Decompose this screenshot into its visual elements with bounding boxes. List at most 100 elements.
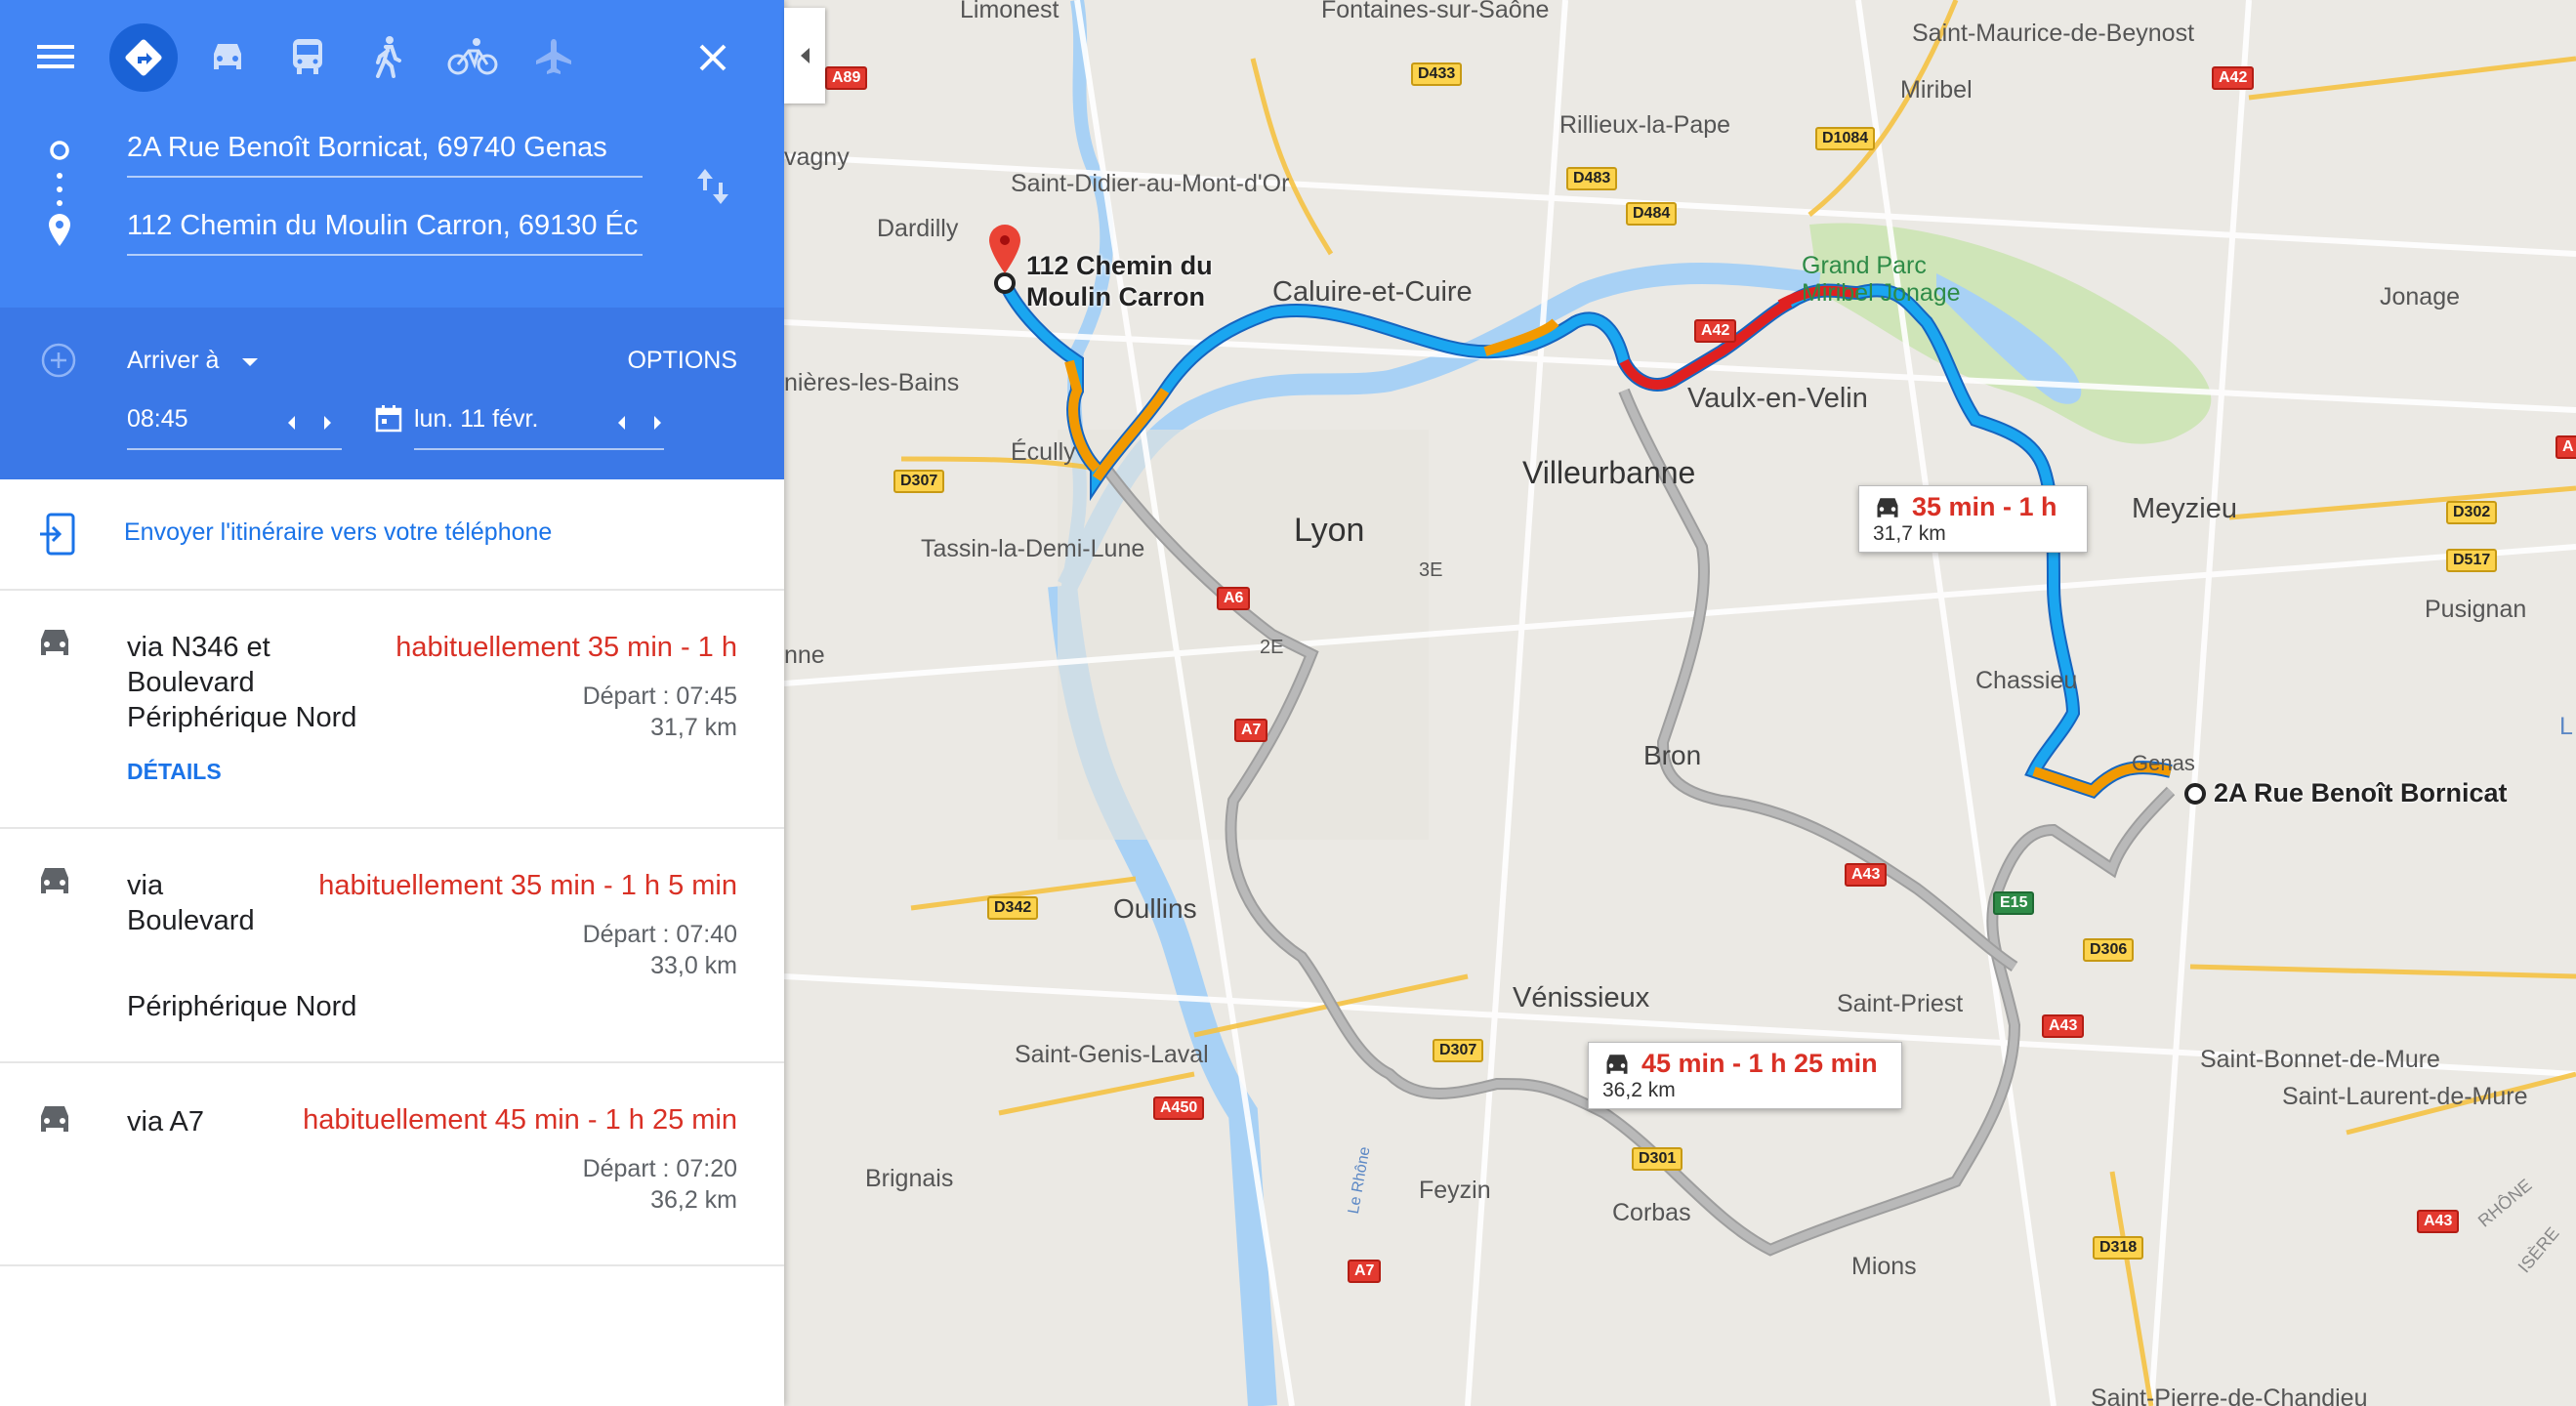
options-button[interactable]: OPTIONS [627,347,737,375]
road-shield: A42 [1694,319,1737,343]
route-option-2[interactable]: via Boulevard Périphérique Nord habituel… [0,827,784,1063]
time-options-bar: Arriver à OPTIONS 08:45 lun. 11 févr. [0,308,784,479]
place-label: Saint-Genis-Laval [1015,1041,1209,1068]
route-departure: Départ : 07:45 [582,682,737,710]
destination-pin-label: 112 Chemin du Moulin Carron [1026,250,1213,312]
road-shield: D342 [987,896,1039,920]
place-label: Lyon [1294,512,1365,549]
close-icon[interactable] [688,35,737,80]
route-distance: 36,2 km [650,1186,737,1214]
road-shield: A7 [1234,719,1268,742]
destination-pin-line: 112 Chemin du [1026,251,1213,280]
route-via: via N346 et Boulevard Périphérique Nord [127,630,356,735]
time-prev-icon[interactable] [281,411,301,434]
road-shield: A7 [1348,1260,1382,1283]
destination-input[interactable]: 112 Chemin du Moulin Carron, 69130 Éc [127,201,643,256]
place-label: Saint-Didier-au-Mont-d'Or [1011,170,1290,197]
road-shield: A43 [2042,1014,2085,1038]
road-shield: D433 [1411,62,1463,86]
route-option-1[interactable]: via N346 et Boulevard Périphérique Nord … [0,589,784,829]
route-callout-1[interactable]: 35 min - 1 h 31,7 km [1858,485,2088,553]
car-icon [35,626,74,664]
place-label: Caluire-et-Cuire [1272,276,1473,308]
flight-icon[interactable] [529,35,578,78]
road-shield: D301 [1632,1147,1683,1171]
callout-time: 35 min - 1 h [1912,492,2057,521]
send-to-phone-icon [35,513,78,556]
road-shield: D307 [1433,1039,1484,1062]
collapse-panel-button[interactable] [784,8,825,103]
place-label: Vénissieux [1513,982,1650,1013]
date-prev-icon[interactable] [611,411,631,434]
place-label: Vaulx-en-Velin [1687,383,1868,414]
details-button[interactable]: DÉTAILS [127,759,222,785]
destination-pin-icon [989,225,1020,273]
origin-marker [2184,783,2206,805]
road-shield: A450 [1153,1096,1205,1120]
place-label: Grand Parc Miribel Jonage [1802,252,1961,307]
place-label: 2E [1260,637,1284,658]
road-shield: D318 [2093,1236,2144,1260]
place-label: Brignais [865,1165,954,1192]
route-via-line: Périphérique Nord [127,991,357,1022]
map-canvas[interactable]: Limonest Fontaines-sur-Saône Saint-Mauri… [784,0,2576,1406]
place-label: Saint-Bonnet-de-Mure [2200,1046,2440,1073]
callout-distance: 36,2 km [1602,1079,1676,1101]
dropdown-arrow-icon[interactable] [238,351,262,374]
road-shield: D302 [2446,501,2498,524]
place-label: Rillieux-la-Pape [1559,111,1731,139]
transit-icon[interactable] [283,35,332,78]
road-shield: D306 [2083,938,2135,962]
travel-mode-bar [0,20,784,96]
place-label: Limonest [960,0,1059,23]
place-label: Saint-Priest [1837,990,1964,1017]
place-label: Saint-Pierre-de-Chandieu [2091,1385,2368,1406]
bike-icon[interactable] [445,35,500,78]
route-callout-2[interactable]: 45 min - 1 h 25 min 36,2 km [1588,1042,1902,1109]
add-destination-icon[interactable] [39,341,78,380]
place-label: 3E [1419,559,1443,581]
send-to-phone-link[interactable]: Envoyer l'itinéraire vers votre téléphon… [124,518,552,547]
route-distance: 33,0 km [650,952,737,979]
place-label: Genas [2132,751,2195,775]
callout-distance: 31,7 km [1873,522,1946,545]
route-time: habituellement 45 min - 1 h 25 min [303,1104,737,1136]
place-label: Écully [1011,438,1076,466]
route-via-line: Périphérique Nord [127,702,357,733]
place-label: Saint-Laurent-de-Mure [2282,1083,2528,1110]
date-value: lun. 11 févr. [414,405,539,433]
route-time: habituellement 35 min - 1 h 5 min [318,870,737,901]
car-icon[interactable] [203,37,252,76]
directions-mode-icon[interactable] [109,23,178,92]
road-shield: D1084 [1815,127,1876,150]
arrive-by-label[interactable]: Arriver à [127,347,219,375]
place-label: Meyzieu [2132,493,2237,524]
car-icon [1877,497,1898,517]
walk-icon[interactable] [363,33,412,80]
route-departure: Départ : 07:20 [582,1155,737,1182]
send-to-phone-row[interactable]: Envoyer l'itinéraire vers votre téléphon… [0,479,784,591]
route-option-3[interactable]: via A7 habituellement 45 min - 1 h 25 mi… [0,1061,784,1266]
road-shield: A89 [825,66,868,90]
origin-input[interactable]: 2A Rue Benoît Bornicat, 69740 Genas [127,123,643,178]
road-shield: A43 [1845,863,1888,887]
route-via-line: via A7 [127,1106,204,1137]
place-label: Jonage [2380,283,2461,310]
place-label: Mions [1851,1253,1917,1280]
road-shield: A6 [1217,587,1251,610]
place-label: Saint-Maurice-de-Beynost [1912,20,2195,47]
road-shield: A42 [2212,66,2255,90]
car-icon [35,864,74,902]
time-next-icon[interactable] [318,411,338,434]
date-next-icon[interactable] [648,411,668,434]
route-via-line: Boulevard [127,905,255,936]
swap-icon[interactable] [691,162,734,211]
place-label: Dardilly [877,215,959,242]
place-label: Chassieu [1975,667,2078,694]
place-label: Tassin-la-Demi-Lune [921,535,1145,562]
directions-header: 2A Rue Benoît Bornicat, 69740 Genas 112 … [0,0,784,308]
road-shield: D483 [1566,167,1618,190]
route-time: habituellement 35 min - 1 h [395,632,737,663]
menu-icon[interactable] [29,37,84,76]
time-input[interactable]: 08:45 [127,405,342,450]
